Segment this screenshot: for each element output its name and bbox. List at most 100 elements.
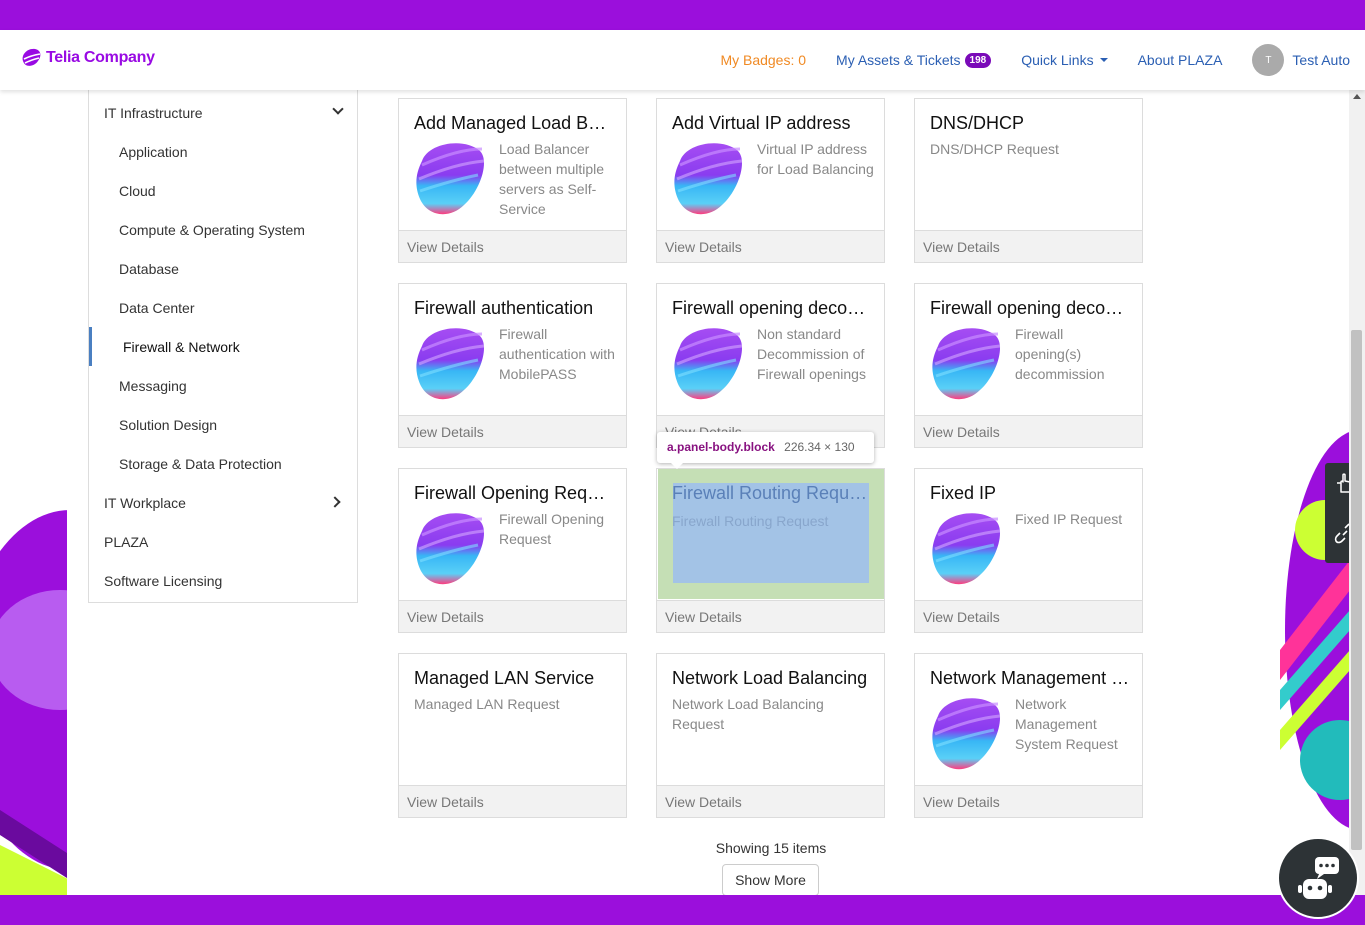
caret-down-icon [1099, 58, 1108, 62]
catalog-card[interactable]: Firewall Routing Request Firewall Routin… [656, 468, 885, 633]
card-title: Fixed IP [930, 483, 997, 503]
sidebar-item-software-licensing[interactable]: Software Licensing [89, 561, 357, 600]
sidebar-item-label: IT Workplace [104, 494, 186, 511]
inspector-selector: a.panel-body.block [667, 440, 775, 454]
telia-pebble-icon [672, 139, 744, 217]
card-title: Add Virtual IP address [672, 113, 851, 133]
telia-pebble-icon [930, 324, 1002, 402]
sidebar-item-cloud[interactable]: Cloud [89, 171, 357, 210]
catalog-card[interactable]: Network Load Balancing Network Load Bala… [656, 653, 885, 818]
items-count-label: Showing 15 items [715, 840, 827, 856]
sidebar-item-plaza[interactable]: PLAZA [89, 522, 357, 561]
card-title: Network Management System [930, 668, 1130, 688]
chevron-right-icon [329, 496, 341, 508]
view-details-link[interactable]: View Details [399, 600, 626, 632]
category-sidebar: IT Infrastructure Application Cloud Comp… [88, 90, 358, 603]
card-title: Firewall Routing Request [672, 483, 872, 503]
view-details-link[interactable]: View Details [915, 785, 1142, 817]
chatbot-icon [1298, 857, 1339, 899]
about-plaza-link[interactable]: About PLAZA [1138, 52, 1223, 68]
catalog-card[interactable]: Firewall opening decommission Non standa… [656, 283, 885, 448]
catalog-card[interactable]: Fixed IP Fixed IP Request View Details [914, 468, 1143, 633]
view-details-link[interactable]: View Details [657, 230, 884, 262]
sidebar-item-data-center[interactable]: Data Center [89, 288, 357, 327]
card-description: Firewall authentication with MobilePASS [499, 326, 615, 382]
card-description: Managed LAN Request [414, 696, 560, 712]
card-title: Firewall Opening Request [414, 483, 614, 503]
user-menu[interactable]: T Test Auto [1252, 44, 1350, 76]
view-details-link[interactable]: View Details [915, 415, 1142, 447]
telia-pebble-icon [414, 509, 486, 587]
sidebar-item-messaging[interactable]: Messaging [89, 366, 357, 405]
card-title: Managed LAN Service [414, 668, 595, 688]
catalog-card[interactable]: Network Management System Network Manage… [914, 653, 1143, 818]
sidebar-item-it-infrastructure[interactable]: IT Infrastructure [89, 93, 357, 132]
telia-pebble-icon [22, 48, 41, 66]
sidebar-item-it-workplace[interactable]: IT Workplace [89, 483, 357, 522]
telia-logo[interactable]: Telia Company [20, 47, 155, 69]
view-details-link[interactable]: View Details [399, 230, 626, 262]
telia-pebble-icon [414, 324, 486, 402]
telia-pebble-icon [672, 324, 744, 402]
card-description: Load Balancer between multiple servers a… [499, 141, 605, 217]
card-description: Network Load Balancing Request [672, 696, 824, 732]
card-description: Firewall Routing Request [672, 513, 829, 529]
quick-links-dropdown[interactable]: Quick Links [1021, 52, 1108, 68]
card-title: Firewall opening decommission [930, 298, 1130, 318]
sidebar-item-database[interactable]: Database [89, 249, 357, 288]
catalog-card[interactable]: Add Managed Load Balancer Load Balancer … [398, 98, 627, 263]
sidebar-item-compute-os[interactable]: Compute & Operating System [89, 210, 357, 249]
card-title: Firewall authentication [414, 298, 594, 318]
telia-pebble-icon [930, 694, 1002, 772]
catalog-card[interactable]: Firewall authentication Firewall authent… [398, 283, 627, 448]
my-badges-link[interactable]: My Badges: 0 [720, 52, 806, 68]
card-title: DNS/DHCP [930, 113, 1025, 133]
view-details-link[interactable]: View Details [399, 785, 626, 817]
card-title: Firewall opening decommission [672, 298, 872, 318]
view-details-link[interactable]: View Details [399, 415, 626, 447]
view-details-link[interactable]: View Details [915, 230, 1142, 262]
sidebar-item-solution-design[interactable]: Solution Design [89, 405, 357, 444]
page-scrollbar[interactable] [1349, 90, 1365, 895]
my-assets-tickets-link[interactable]: My Assets & Tickets 198 [836, 52, 992, 68]
card-description: Fixed IP Request [1015, 511, 1123, 527]
show-more-button[interactable]: Show More [722, 864, 819, 896]
card-title: Add Managed Load Balancer [414, 113, 614, 133]
avatar: T [1252, 44, 1285, 76]
nav-links: My Badges: 0 My Assets & Tickets 198 Qui… [690, 30, 1350, 90]
view-details-link[interactable]: View Details [657, 600, 884, 632]
scroll-up-arrow-icon[interactable] [1353, 94, 1361, 99]
scrollbar-thumb[interactable] [1351, 330, 1362, 850]
view-details-link[interactable]: View Details [915, 600, 1142, 632]
chatbot-button[interactable] [1277, 837, 1359, 919]
catalog-card[interactable]: Add Virtual IP address Virtual IP addres… [656, 98, 885, 263]
brand-name: Telia Company [46, 49, 155, 66]
top-brand-bar [0, 0, 1365, 30]
inspector-tooltip-arrow [670, 462, 684, 469]
card-description: Virtual IP address for Load Balancing [757, 141, 874, 177]
sidebar-item-storage[interactable]: Storage & Data Protection [89, 444, 357, 483]
telia-pebble-icon [930, 509, 1002, 587]
sidebar-item-firewall-network[interactable]: Firewall & Network [89, 327, 357, 366]
inspector-tooltip: a.panel-body.block 226.34 × 130 [657, 432, 874, 463]
view-details-link[interactable]: View Details [657, 785, 884, 817]
inspector-size: 226.34 × 130 [784, 440, 855, 454]
telia-pebble-icon [414, 139, 486, 217]
sidebar-item-label: IT Infrastructure [104, 104, 203, 121]
my-assets-label: My Assets & Tickets [836, 52, 961, 68]
catalog-card[interactable]: Firewall Opening Request Firewall Openin… [398, 468, 627, 633]
background-decoration-left [0, 90, 70, 895]
bottom-brand-bar [0, 895, 1365, 925]
catalog-card[interactable]: Managed LAN Service Managed LAN Request … [398, 653, 627, 818]
catalog-card[interactable]: Firewall opening decommission Firewall o… [914, 283, 1143, 448]
card-description: Network Management System Request [1015, 696, 1118, 752]
catalog-card[interactable]: DNS/DHCP DNS/DHCP Request View Details [914, 98, 1143, 263]
card-description: Non standard Decommission of Firewall op… [757, 326, 866, 382]
chevron-down-icon [332, 103, 344, 115]
tickets-count-badge: 198 [964, 52, 992, 68]
top-navbar: Telia Company My Badges: 0 My Assets & T… [0, 30, 1365, 90]
sidebar-item-application[interactable]: Application [89, 132, 357, 171]
quick-links-label: Quick Links [1021, 52, 1094, 68]
user-name: Test Auto [1292, 52, 1350, 68]
card-description: Firewall Opening Request [499, 511, 605, 547]
